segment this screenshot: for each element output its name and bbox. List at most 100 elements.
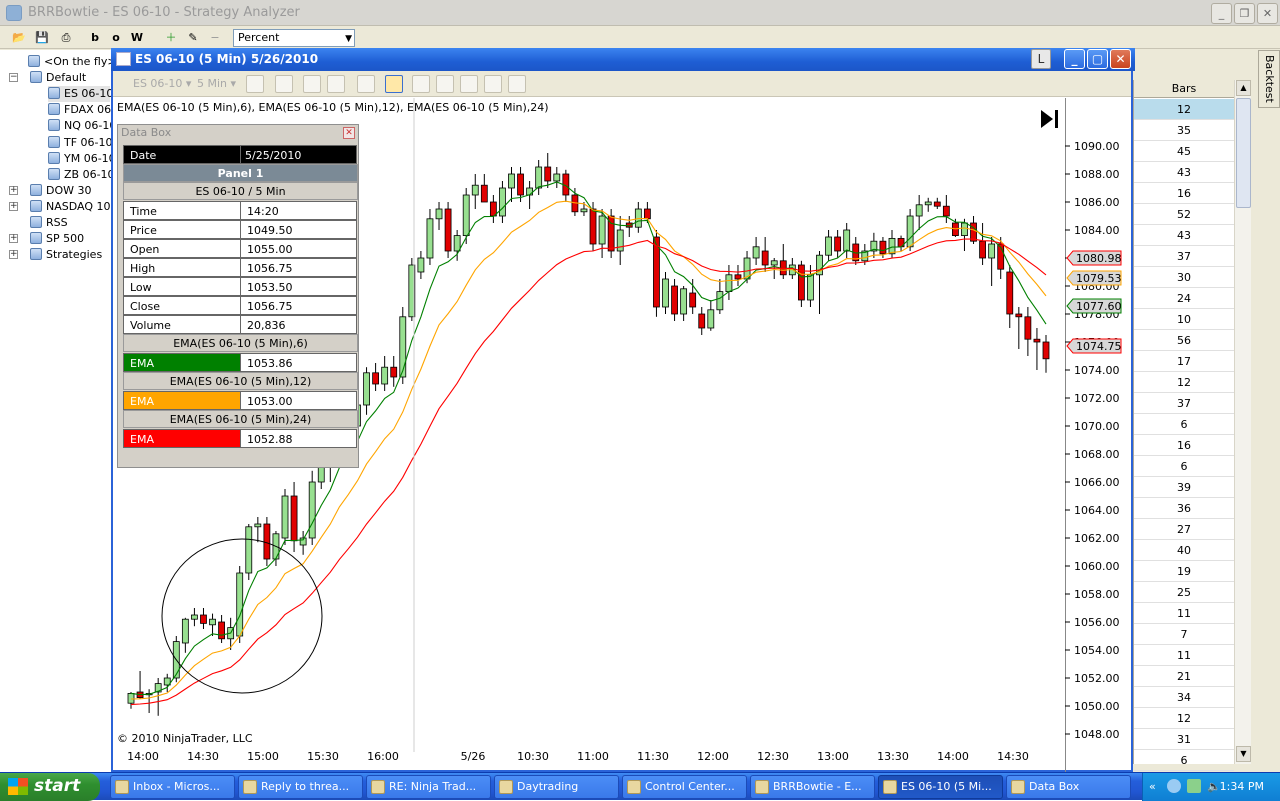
bars-cell[interactable]: 7 <box>1134 624 1234 645</box>
tree-item[interactable]: + SP 500 <box>9 231 110 247</box>
instrument-header: ES 06-10 / 5 Min <box>123 182 358 200</box>
jump-to-end-bar[interactable] <box>1055 110 1058 128</box>
bars-cell[interactable]: 21 <box>1134 666 1234 687</box>
svg-text:1080.98: 1080.98 <box>1076 252 1122 265</box>
bars-scrollbar[interactable]: ▲ ▼ <box>1234 80 1251 764</box>
bars-cell[interactable]: 6 <box>1134 414 1234 435</box>
tree-item[interactable]: <On the fly> <box>28 54 111 70</box>
bars-cell[interactable]: 52 <box>1134 204 1234 225</box>
maximize-button[interactable]: ❐ <box>1234 3 1255 24</box>
bars-cell[interactable]: 30 <box>1134 267 1234 288</box>
tree-item[interactable]: TF 06-10 <box>48 135 111 151</box>
jump-to-end-icon[interactable] <box>1041 110 1053 128</box>
x-tick-label: 14:00 <box>937 750 969 763</box>
tray-app-icon[interactable] <box>1167 779 1181 793</box>
bars-cell[interactable]: 10 <box>1134 309 1234 330</box>
taskbar-button[interactable]: ES 06-10 (5 Mi... <box>878 775 1003 799</box>
tree-item[interactable]: − Default <box>9 70 110 86</box>
bars-cell[interactable]: 17 <box>1134 351 1234 372</box>
data-box-window: Data Box ✕ Date 5/25/2010 Panel 1 ES 06-10 … <box>117 124 359 468</box>
y-tick-label: 1054.00 <box>1074 644 1120 657</box>
open-folder-icon[interactable]: 📂 <box>10 29 28 47</box>
bars-cell[interactable]: 43 <box>1134 162 1234 183</box>
taskbar-button[interactable]: Data Box <box>1006 775 1131 799</box>
bars-cell[interactable]: 40 <box>1134 540 1234 561</box>
tree-item[interactable]: YM 06-10 <box>48 151 112 167</box>
tree-item[interactable]: ES 06-10 <box>48 86 111 103</box>
collapse-icon[interactable]: − <box>9 73 18 83</box>
candle-down <box>1006 271 1014 315</box>
print-icon[interactable]: ⎙ <box>57 29 75 47</box>
bold-b-button[interactable]: b <box>86 29 104 47</box>
scroll-thumb[interactable] <box>1236 98 1251 208</box>
bars-cell[interactable]: 16 <box>1134 435 1234 456</box>
tree-item[interactable]: RSS <box>30 215 110 231</box>
bars-cell[interactable]: 16 <box>1134 183 1234 204</box>
taskbar-button[interactable]: Reply to threa... <box>238 775 363 799</box>
bars-cell[interactable]: 11 <box>1134 603 1234 624</box>
close-button[interactable]: ✕ <box>1257 3 1278 24</box>
bars-cell[interactable]: 34 <box>1134 687 1234 708</box>
x-tick-label: 14:30 <box>997 750 1029 763</box>
candle-up <box>426 218 434 259</box>
tree-item[interactable]: + DOW 30 <box>9 183 110 199</box>
scroll-up-icon[interactable]: ▲ <box>1236 80 1251 96</box>
bars-cell[interactable]: 6 <box>1134 750 1234 771</box>
tree-item[interactable]: ZB 06-10 <box>48 167 111 183</box>
backtest-side-tab[interactable]: Backtest <box>1258 50 1280 108</box>
bars-cell[interactable]: 36 <box>1134 498 1234 519</box>
expand-icon[interactable]: + <box>9 201 18 211</box>
taskbar-button[interactable]: RE: Ninja Trad... <box>366 775 491 799</box>
expand-icon[interactable]: + <box>9 234 18 244</box>
candle-down <box>290 495 298 542</box>
tray-volume-icon[interactable]: 🔈 <box>1207 773 1221 800</box>
bars-cell[interactable]: 11 <box>1134 645 1234 666</box>
bars-cell[interactable]: 27 <box>1134 519 1234 540</box>
bars-cell[interactable]: 56 <box>1134 330 1234 351</box>
bars-cell[interactable]: 31 <box>1134 729 1234 750</box>
taskbar-button[interactable]: Daytrading <box>494 775 619 799</box>
tree-item[interactable]: NQ 06-10 <box>48 118 111 134</box>
o-button[interactable]: o <box>107 29 125 47</box>
bars-cell[interactable]: 35 <box>1134 120 1234 141</box>
taskbar-button[interactable]: Control Center... <box>622 775 747 799</box>
bars-cell[interactable]: 37 <box>1134 393 1234 414</box>
remove-icon[interactable]: − <box>206 29 224 47</box>
bars-cell[interactable]: 6 <box>1134 456 1234 477</box>
tree-item-label: YM 06-10 <box>64 151 112 165</box>
candle-up <box>580 208 588 213</box>
tree-item[interactable]: + Strategies <box>9 247 110 263</box>
bars-cell[interactable]: 43 <box>1134 225 1234 246</box>
scroll-down-icon[interactable]: ▼ <box>1236 746 1251 762</box>
tray-arrow-icon[interactable]: « <box>1149 773 1156 800</box>
bars-cell[interactable]: 24 <box>1134 288 1234 309</box>
expand-icon[interactable]: + <box>9 185 18 195</box>
bars-cell[interactable]: 12 <box>1134 708 1234 729</box>
taskbar-button[interactable]: Inbox - Micros... <box>110 775 235 799</box>
tray-network-icon[interactable] <box>1187 779 1201 793</box>
clock: 1:34 PM <box>1219 780 1264 793</box>
data-box-close-icon[interactable]: ✕ <box>343 127 355 139</box>
windows-taskbar: start Inbox - Micros... Reply to threa...… <box>0 772 1280 801</box>
bars-cell[interactable]: 45 <box>1134 141 1234 162</box>
bars-cell[interactable]: 37 <box>1134 246 1234 267</box>
candle-up <box>471 184 479 196</box>
tree-item[interactable]: FDAX 06- <box>48 102 111 118</box>
bars-cell[interactable]: 19 <box>1134 561 1234 582</box>
edit-icon[interactable]: ✎ <box>184 29 202 47</box>
minimize-button[interactable]: _ <box>1211 3 1232 24</box>
bars-cell[interactable]: 39 <box>1134 477 1234 498</box>
add-icon[interactable]: ＋ <box>162 29 180 47</box>
taskbar-button[interactable]: BRRBowtie - E... <box>750 775 875 799</box>
bars-cell[interactable]: 25 <box>1134 582 1234 603</box>
tree-item[interactable]: + NASDAQ 100 <box>9 199 111 215</box>
w-button[interactable]: W <box>128 29 146 47</box>
bars-cell[interactable]: 12 <box>1134 99 1234 120</box>
display-unit-select[interactable]: Percent ▼ <box>233 29 355 47</box>
bars-cell[interactable]: 12 <box>1134 372 1234 393</box>
start-button[interactable]: start <box>0 773 100 801</box>
bars-column-header[interactable]: Bars <box>1134 80 1234 98</box>
save-icon[interactable]: 💾 <box>33 29 51 47</box>
expand-icon[interactable]: + <box>9 250 18 260</box>
candle-down <box>1024 316 1032 340</box>
